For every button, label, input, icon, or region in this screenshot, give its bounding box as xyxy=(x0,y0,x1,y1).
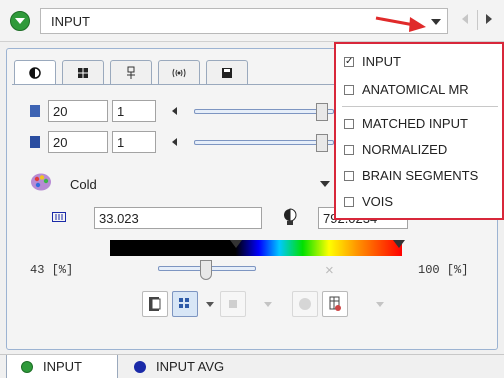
tab-input-label: INPUT xyxy=(43,359,82,374)
save-icon xyxy=(222,68,232,78)
image-selector-bar: INPUT xyxy=(0,0,504,42)
dropdown-item-anatomical-mr[interactable]: ANATOMICAL MR xyxy=(344,80,469,100)
dropdown-item-label: BRAIN SEGMENTS xyxy=(362,168,479,183)
circle-button xyxy=(292,291,318,317)
green-dot-icon xyxy=(21,361,33,373)
checkbox-icon xyxy=(344,197,354,207)
contrast-icon xyxy=(29,67,41,79)
dropdown-item-normalized[interactable]: NORMALIZED xyxy=(344,140,447,160)
dropdown-item-matched-input[interactable]: MATCHED INPUT xyxy=(344,114,468,134)
dropdown-arrow-icon[interactable] xyxy=(431,19,441,25)
slice-a-input-2[interactable]: 20 xyxy=(48,131,108,153)
slice-slider-2[interactable] xyxy=(194,140,334,145)
checkbox-icon xyxy=(344,119,354,129)
grid-settings-icon xyxy=(329,296,341,311)
lower-range-input[interactable]: 33.023 xyxy=(94,207,262,229)
slice-slider-thumb-2[interactable] xyxy=(316,134,328,152)
lut-lower-marker-icon[interactable] xyxy=(230,240,242,248)
square-icon xyxy=(229,300,237,308)
range-icon xyxy=(52,212,66,222)
fusion-mode-button[interactable] xyxy=(142,291,168,317)
nav-divider xyxy=(477,10,478,30)
layout-button[interactable] xyxy=(172,291,198,317)
tab-input[interactable]: INPUT xyxy=(6,355,118,378)
slice-slider-1[interactable] xyxy=(194,109,334,114)
dropdown-item-label: MATCHED INPUT xyxy=(362,116,468,131)
decrement-icon[interactable] xyxy=(172,107,177,115)
grid-icon xyxy=(78,68,88,78)
image-selector-dropdown: ✓ INPUT ANATOMICAL MR MATCHED INPUT NORM… xyxy=(334,42,504,220)
tab-wave[interactable] xyxy=(158,60,200,84)
dots-grid-icon xyxy=(179,298,189,308)
overlay-dropdown-icon xyxy=(264,302,272,307)
checkbox-checked-icon: ✓ xyxy=(344,56,354,67)
light-bulb-icon[interactable] xyxy=(282,208,298,228)
tool-icon xyxy=(127,66,135,79)
slice-a-input-1[interactable]: 20 xyxy=(48,100,108,122)
dropdown-item-brain-segments[interactable]: BRAIN SEGMENTS xyxy=(344,166,478,186)
threshold-lower-label: 43 [%] xyxy=(30,263,74,277)
overlay-button xyxy=(220,291,246,317)
dropdown-item-vois[interactable]: VOIS xyxy=(344,192,393,212)
fusion-icon xyxy=(149,297,161,311)
chevron-down-icon xyxy=(15,18,25,24)
tab-contrast[interactable] xyxy=(14,60,56,85)
slice-slider-thumb-1[interactable] xyxy=(316,103,328,121)
dropdown-separator xyxy=(342,106,498,107)
dropdown-item-label: NORMALIZED xyxy=(362,142,448,157)
layout-dropdown-icon[interactable] xyxy=(206,302,214,307)
annotation-arrow-icon xyxy=(375,16,426,32)
slice-b-input-2[interactable]: 1 xyxy=(112,131,156,153)
tab-input-avg-label: INPUT AVG xyxy=(156,359,225,374)
dropdown-item-input[interactable]: ✓ INPUT xyxy=(344,52,401,72)
checkbox-icon xyxy=(344,85,354,95)
colormap-label[interactable]: Cold xyxy=(70,177,97,192)
wave-icon xyxy=(172,68,186,78)
clear-threshold-icon[interactable]: × xyxy=(325,262,334,279)
slice-marker-icon xyxy=(30,105,40,117)
dropdown-item-label: VOIS xyxy=(362,194,394,209)
threshold-slider-thumb[interactable] xyxy=(200,260,212,280)
dropdown-item-label: ANATOMICAL MR xyxy=(362,82,469,97)
colormap-dropdown-icon[interactable] xyxy=(320,181,330,187)
bottom-tab-bar: INPUT INPUT AVG xyxy=(0,354,504,378)
threshold-upper-label: 100 [%] xyxy=(418,263,469,277)
blue-dot-icon xyxy=(134,361,146,373)
decrement-icon-2[interactable] xyxy=(172,138,177,146)
collapse-button[interactable] xyxy=(10,11,30,31)
slice-cube-icon xyxy=(30,136,40,148)
checkbox-icon xyxy=(344,145,354,155)
previous-image-button[interactable] xyxy=(462,14,468,24)
lut-upper-marker-icon[interactable] xyxy=(393,240,405,248)
tab-tool[interactable] xyxy=(110,60,152,84)
palette-icon[interactable] xyxy=(30,172,52,192)
settings-button[interactable] xyxy=(322,291,348,317)
tab-input-avg[interactable]: INPUT AVG xyxy=(120,355,260,378)
circle-icon xyxy=(299,298,311,310)
tab-grid[interactable] xyxy=(62,60,104,84)
dropdown-item-label: INPUT xyxy=(362,54,401,69)
checkbox-icon xyxy=(344,171,354,181)
settings-dropdown-icon xyxy=(376,302,384,307)
tab-save[interactable] xyxy=(206,60,248,84)
selected-image-label: INPUT xyxy=(51,14,90,29)
slice-b-input-1[interactable]: 1 xyxy=(112,100,156,122)
color-lookup-bar[interactable] xyxy=(110,240,402,256)
next-image-button[interactable] xyxy=(486,14,492,24)
